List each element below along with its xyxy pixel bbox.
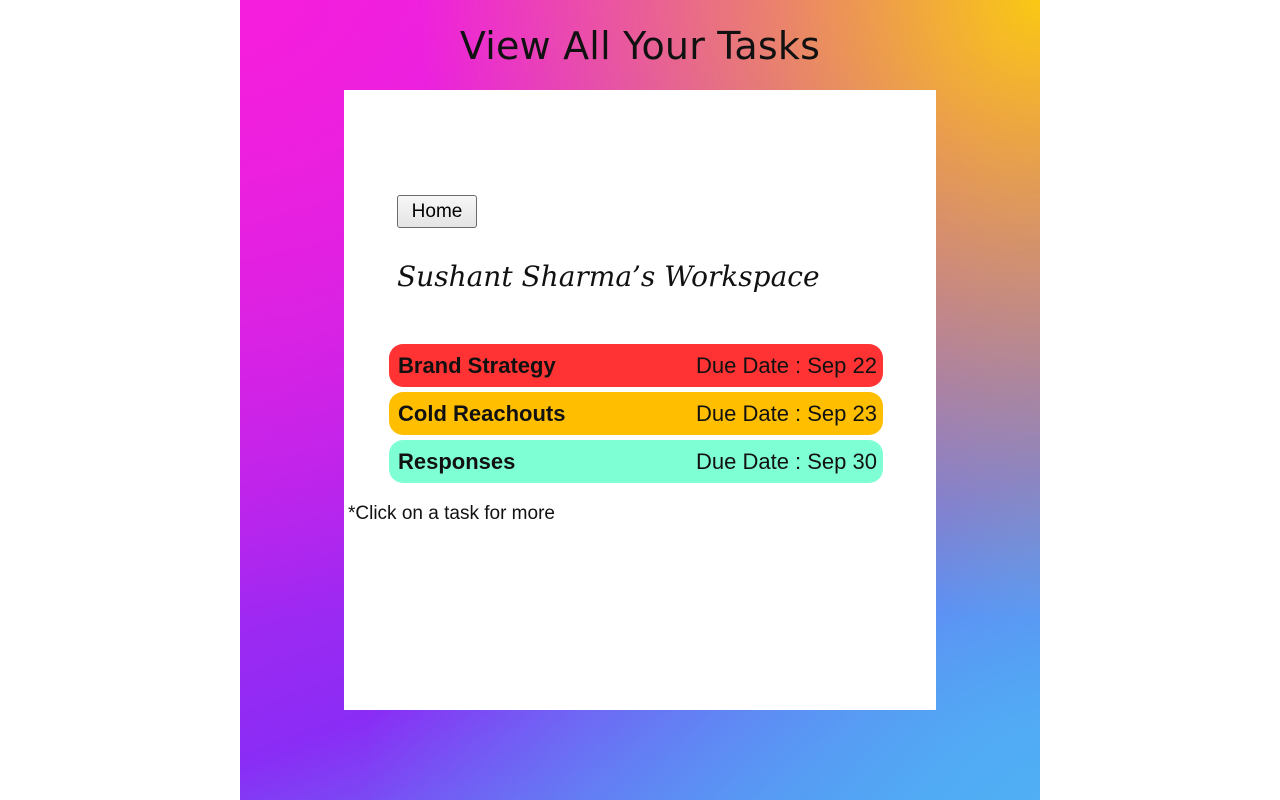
task-name: Brand Strategy xyxy=(398,352,556,378)
task-row-responses[interactable]: Responses Due Date : Sep 30 xyxy=(389,440,883,483)
task-row-cold-reachouts[interactable]: Cold Reachouts Due Date : Sep 23 xyxy=(389,392,883,435)
task-name: Cold Reachouts xyxy=(398,400,566,426)
task-due-date: Due Date : Sep 30 xyxy=(695,448,877,474)
app-screenshot-card: Home Sushant Sharma’s Workspace Brand St… xyxy=(344,90,936,710)
task-row-brand-strategy[interactable]: Brand Strategy Due Date : Sep 22 xyxy=(389,344,883,387)
promo-background: View All Your Tasks Home Sushant Sharma’… xyxy=(240,0,1040,800)
home-button[interactable]: Home xyxy=(397,195,477,228)
workspace-title: Sushant Sharma’s Workspace xyxy=(397,260,820,293)
promo-title: View All Your Tasks xyxy=(459,24,821,68)
task-list: Brand Strategy Due Date : Sep 22 Cold Re… xyxy=(389,344,883,488)
task-due-date: Due Date : Sep 22 xyxy=(695,352,877,378)
task-name: Responses xyxy=(398,448,516,474)
hint-text: *Click on a task for more xyxy=(348,503,555,524)
task-due-date: Due Date : Sep 23 xyxy=(695,400,877,426)
